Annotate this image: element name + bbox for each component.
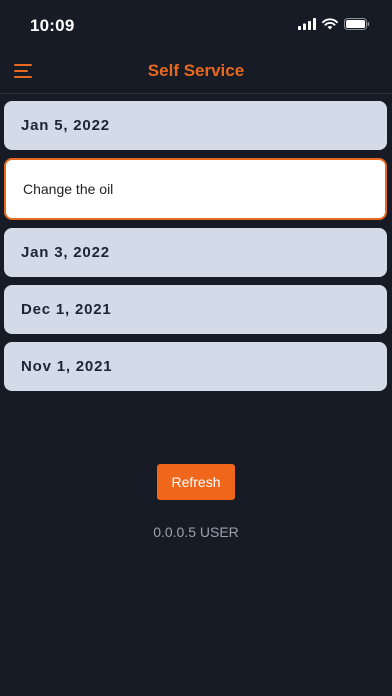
- list-item-nov-1-2021[interactable]: Nov 1, 2021: [4, 342, 387, 391]
- list-item-label: Change the oil: [23, 181, 114, 197]
- wifi-icon: [322, 18, 338, 30]
- battery-icon: [344, 18, 370, 30]
- status-time: 10:09: [30, 16, 75, 35]
- list-item-dec-1-2021[interactable]: Dec 1, 2021: [4, 285, 387, 334]
- list-item-jan-5-2022[interactable]: Jan 5, 2022: [4, 101, 387, 150]
- list-item-label: Dec 1, 2021: [21, 301, 112, 318]
- status-bar: 10:09: [0, 0, 392, 50]
- status-icons: [298, 18, 370, 30]
- service-list: Jan 5, 2022 Change the oil Jan 3, 2022 D…: [4, 101, 387, 399]
- list-item-label: Jan 5, 2022: [21, 117, 110, 134]
- signal-icon: [298, 18, 316, 30]
- list-item-label: Jan 3, 2022: [21, 244, 110, 261]
- list-item-detail-change-oil[interactable]: Change the oil: [4, 158, 387, 220]
- page-title: Self Service: [147, 61, 245, 80]
- refresh-button[interactable]: Refresh: [157, 464, 235, 500]
- nav-bar: Self Service: [0, 50, 392, 94]
- version-label: 0.0.0.5 USER: [153, 524, 239, 540]
- list-item-jan-3-2022[interactable]: Jan 3, 2022: [4, 228, 387, 277]
- list-item-label: Nov 1, 2021: [21, 358, 113, 375]
